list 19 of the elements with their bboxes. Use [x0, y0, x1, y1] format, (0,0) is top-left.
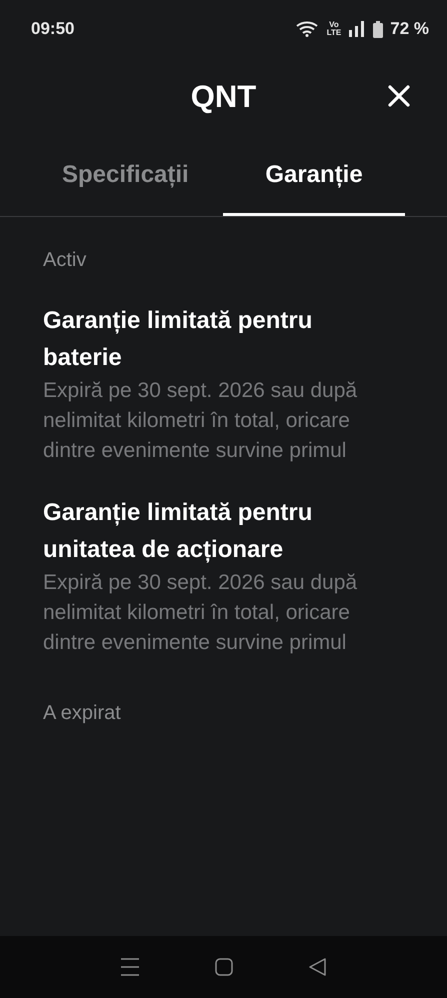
clock: 09:50	[31, 19, 74, 39]
warranty-description: Expiră pe 30 sept. 2026 sau după nelimitat kilometri în total, oricare dintre evenimente survine primul	[43, 378, 358, 464]
menu-icon[interactable]	[120, 958, 140, 976]
warranty-description: Expiră pe 30 sept. 2026 sau după nelimitat kilometri în total, oricare dintre evenimente survine primul	[43, 570, 358, 656]
signal-icon	[348, 21, 366, 37]
home-icon[interactable]	[215, 958, 234, 976]
section-heading: Activ	[43, 249, 88, 272]
page-title: QNT	[190, 79, 256, 115]
wifi-icon	[296, 21, 320, 37]
close-icon[interactable]	[387, 84, 411, 108]
tab[interactable]: Specificații	[42, 136, 223, 216]
back-icon[interactable]	[309, 958, 328, 976]
network-label: Vo LTE	[326, 21, 342, 37]
battery-icon	[373, 20, 384, 38]
section-heading: A expirat	[43, 702, 122, 725]
warranty-title: Garanție limitată pentru baterie	[43, 306, 314, 373]
warranty-title: Garanție limitată pentru unitatea de acționare	[43, 498, 314, 565]
battery-percent: 72 %	[390, 19, 429, 39]
tab[interactable]: Garanție	[223, 136, 405, 216]
